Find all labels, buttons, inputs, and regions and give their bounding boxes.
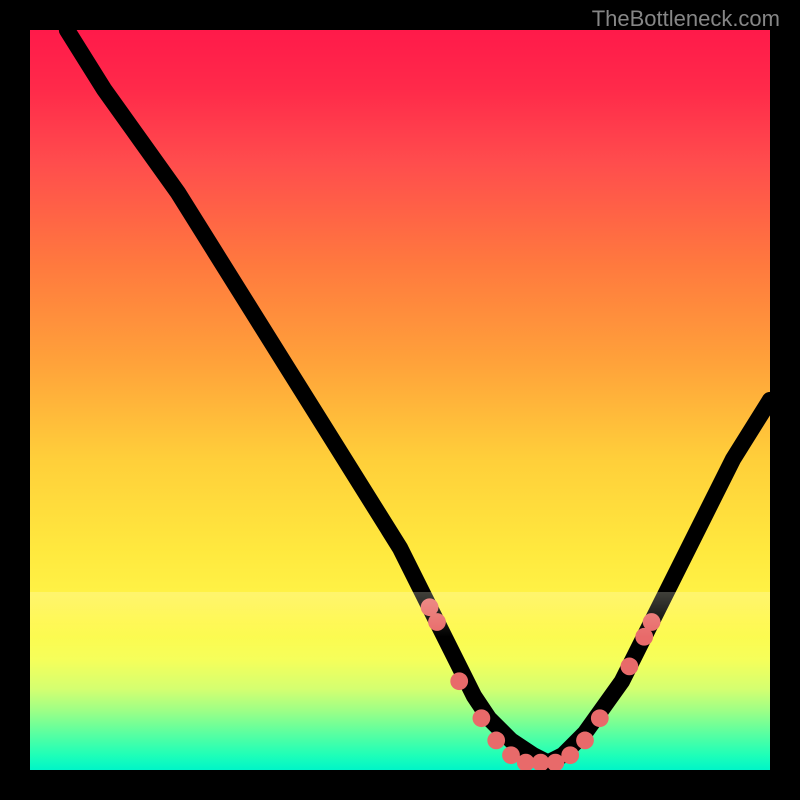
curve-marker <box>473 709 491 727</box>
curve-marker <box>591 709 609 727</box>
bottleneck-curve <box>67 30 770 763</box>
curve-marker <box>621 658 639 676</box>
curve-marker <box>561 746 579 764</box>
bottleneck-curve-svg <box>30 30 770 770</box>
chart-plot-area <box>30 30 770 770</box>
curve-marker <box>643 613 661 631</box>
curve-marker <box>428 613 446 631</box>
curve-marker <box>487 732 505 750</box>
curve-marker <box>450 672 468 690</box>
watermark-text: TheBottleneck.com <box>592 6 780 32</box>
curve-marker <box>576 732 594 750</box>
